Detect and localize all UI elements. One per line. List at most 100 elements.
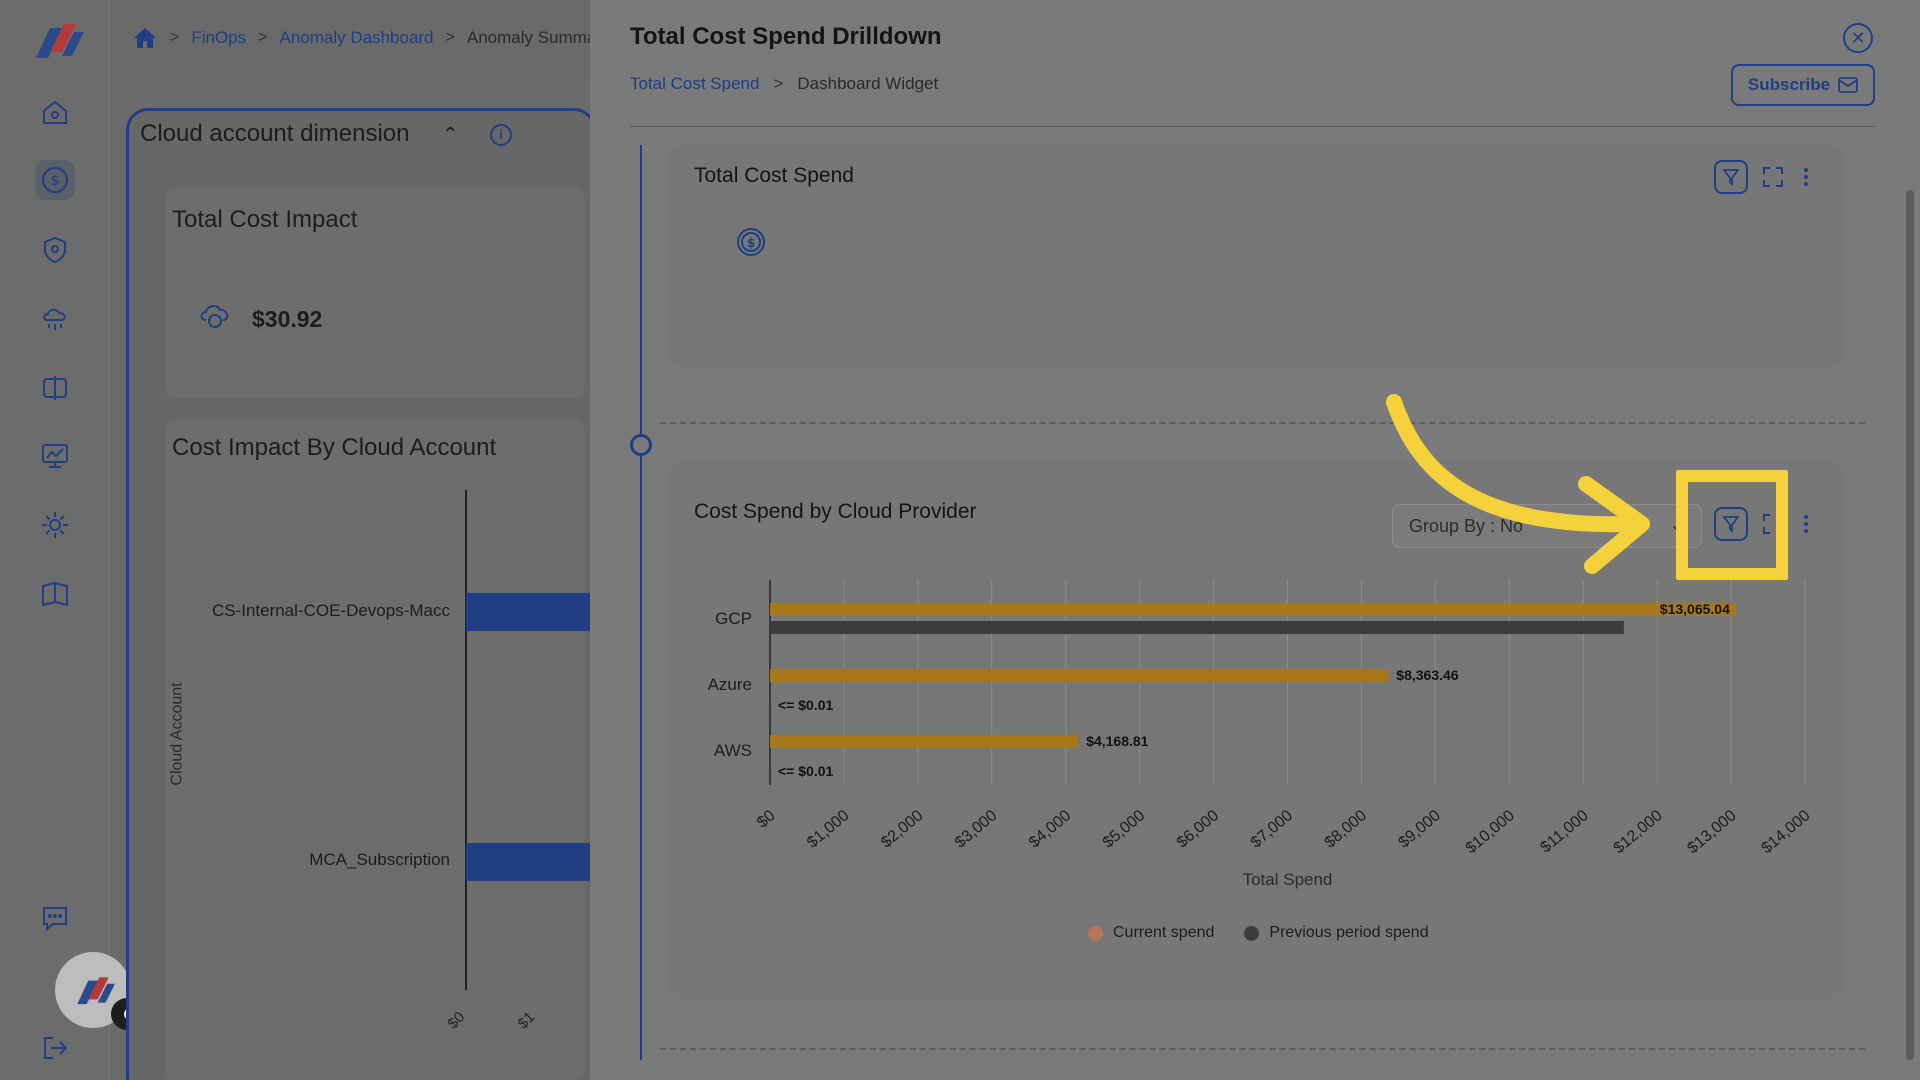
data-label: <= $0.01 xyxy=(778,763,833,779)
tutorial-arrow-annotation xyxy=(1386,394,1650,574)
x-tick-label: $13,000 xyxy=(1684,807,1739,857)
home-nav-icon[interactable] xyxy=(35,92,75,132)
timeline-node xyxy=(630,434,652,456)
filter-button[interactable] xyxy=(1714,160,1748,194)
widget-title: Total Cost Spend xyxy=(694,164,854,187)
legend-item-current[interactable]: Current spend xyxy=(1088,924,1214,942)
previous-spend-bar-azure[interactable] xyxy=(770,687,771,700)
panel-scrollbar[interactable] xyxy=(1906,190,1914,1060)
breadcrumb-separator: > xyxy=(170,29,180,46)
settings-gear-icon[interactable] xyxy=(35,505,75,545)
data-label: $8,363.46 xyxy=(1396,667,1458,683)
legend-label: Previous period spend xyxy=(1269,924,1429,941)
info-icon[interactable]: i xyxy=(490,124,512,146)
x-tick-label: $12,000 xyxy=(1610,807,1665,857)
svg-text:$: $ xyxy=(51,173,60,189)
cloud-account-chart-title: Cost Impact By Cloud Account xyxy=(172,434,497,461)
category-label-azure: Azure xyxy=(708,675,752,694)
breadcrumb-finops[interactable]: FinOps xyxy=(191,28,246,48)
widget-title: Cost Spend by Cloud Provider xyxy=(694,500,977,523)
expand-icon xyxy=(1763,167,1783,187)
breadcrumb-separator: > xyxy=(258,29,268,46)
current-spend-bar-gcp[interactable] xyxy=(770,603,1736,616)
dollar-coin-icon: $ xyxy=(737,228,765,256)
docs-book-icon[interactable] xyxy=(35,574,75,614)
x-tick-label: $2,000 xyxy=(878,807,926,852)
data-label: <= $0.01 xyxy=(778,697,833,713)
chart-legend: Current spend Previous period spend xyxy=(1088,924,1429,942)
x-tick-label: $0 xyxy=(754,807,779,832)
expand-button[interactable] xyxy=(1760,164,1786,190)
breadcrumb-total-cost-spend[interactable]: Total Cost Spend xyxy=(630,74,759,94)
kebab-menu-icon xyxy=(1804,515,1808,533)
x-tick-label: $1,000 xyxy=(804,807,852,852)
more-options-button[interactable] xyxy=(1802,166,1810,188)
breadcrumb: > FinOps > Anomaly Dashboard > Anomaly S… xyxy=(132,26,610,50)
logout-icon[interactable] xyxy=(35,1028,75,1068)
cloud-provider-bar-chart: $0 $1,000 $2,000 $3,000 $4,000 $5,000 $6,000 $7… xyxy=(708,580,1814,889)
chevron-right-icon: > xyxy=(773,74,784,93)
x-tick-label: $5,000 xyxy=(1100,807,1148,852)
panel-breadcrumb: Total Cost Spend > Dashboard Widget xyxy=(630,74,938,94)
assistant-logo-icon xyxy=(77,977,115,1005)
timeline-line xyxy=(640,145,642,1060)
x-axis-title: Total Spend xyxy=(1243,870,1333,889)
legend-swatch xyxy=(1088,925,1103,941)
impact-title: Total Cost Impact xyxy=(172,206,358,233)
sidebar: $ xyxy=(0,0,110,1080)
more-options-button[interactable] xyxy=(1802,513,1810,535)
app-logo[interactable] xyxy=(28,22,84,58)
y-axis-label: Cloud Account xyxy=(168,682,186,786)
chevron-up-icon[interactable]: ⌃ xyxy=(442,122,459,147)
x-tick-label: $11,000 xyxy=(1537,807,1591,857)
breadcrumb-dashboard-widget: Dashboard Widget xyxy=(797,74,939,93)
current-spend-bar-aws[interactable] xyxy=(770,735,1079,748)
bar-mca-subscription[interactable] xyxy=(466,843,590,881)
x-tick-label: $10,000 xyxy=(1463,807,1518,857)
panel-title: Total Cost Spend Drilldown xyxy=(630,23,942,50)
bar-cs-internal[interactable] xyxy=(466,593,590,631)
category-label-aws: AWS xyxy=(714,741,752,760)
x-tick-label: $6,000 xyxy=(1174,807,1222,852)
breadcrumb-separator: > xyxy=(445,29,455,46)
category-label: MCA_Subscription xyxy=(309,850,450,869)
support-chat-icon[interactable] xyxy=(35,898,75,938)
x-tick-label: $9,000 xyxy=(1396,807,1444,852)
breadcrumb-anomaly-dashboard[interactable]: Anomaly Dashboard xyxy=(279,28,433,48)
section-divider xyxy=(660,422,1865,424)
finops-nav-icon[interactable]: $ xyxy=(35,160,75,200)
x-tick-label: $14,000 xyxy=(1758,807,1813,857)
kebab-menu-icon xyxy=(1804,168,1808,186)
breadcrumb-anomaly-summary: Anomaly Summary xyxy=(466,28,611,47)
category-label-gcp: GCP xyxy=(715,609,752,628)
legend-item-previous[interactable]: Previous period spend xyxy=(1244,924,1429,942)
data-label: $13,065.04 xyxy=(1660,601,1730,617)
close-icon: ✕ xyxy=(1850,27,1866,48)
x-tick-label: $3,000 xyxy=(952,807,1000,852)
previous-spend-bar-aws[interactable] xyxy=(770,753,771,766)
section-divider xyxy=(660,1048,1865,1050)
cost-impact-by-cloud-account-card xyxy=(165,420,585,1080)
mail-icon xyxy=(1838,77,1858,93)
cloud-cost-icon xyxy=(200,305,229,328)
panel-divider xyxy=(630,126,1875,127)
y-axis-line xyxy=(465,490,467,990)
subscribe-label: Subscribe xyxy=(1747,75,1831,94)
impact-value: $30.92 xyxy=(252,306,323,332)
category-label: CS-Internal-COE-Devops-Macc xyxy=(211,601,450,620)
home-icon[interactable] xyxy=(132,26,158,50)
security-nav-icon[interactable] xyxy=(35,230,75,270)
close-button[interactable]: ✕ xyxy=(1843,23,1873,53)
compare-nav-icon[interactable] xyxy=(35,368,75,408)
current-spend-bar-azure[interactable] xyxy=(770,669,1389,682)
tutorial-highlight-box xyxy=(1676,470,1788,580)
previous-spend-bar-gcp[interactable] xyxy=(770,621,1624,634)
monitor-chart-nav-icon[interactable] xyxy=(35,436,75,476)
subscribe-button[interactable]: Subscribe xyxy=(1731,64,1875,106)
dimension-title: Cloud account dimension xyxy=(140,120,410,147)
legend-swatch xyxy=(1244,925,1260,941)
x-tick-label: $8,000 xyxy=(1322,807,1370,852)
data-label: $4,168.81 xyxy=(1086,733,1148,749)
cloud-network-nav-icon[interactable] xyxy=(35,298,75,338)
svg-text:$: $ xyxy=(747,236,755,250)
